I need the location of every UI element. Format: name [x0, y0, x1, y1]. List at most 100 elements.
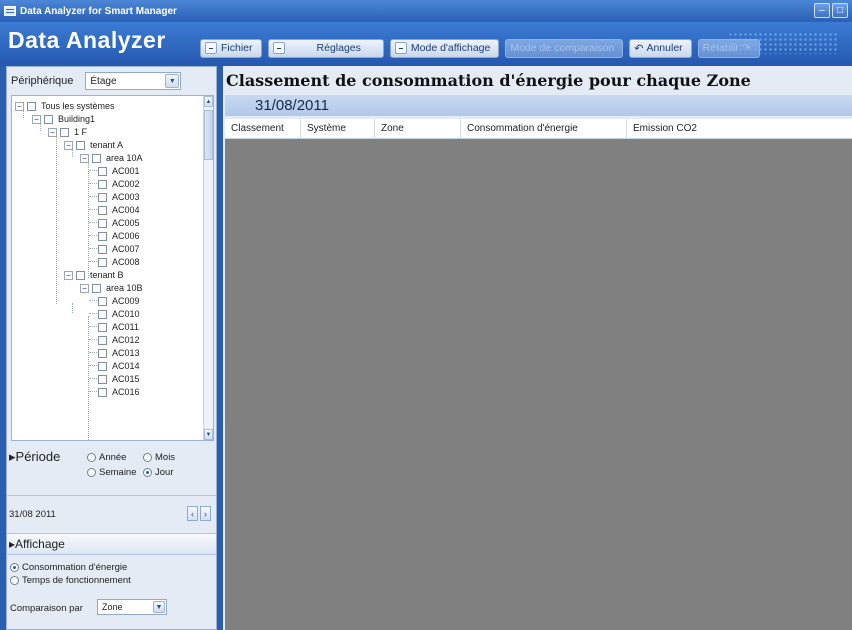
tree-item-unit[interactable]: AC011: [98, 321, 139, 333]
collapse-icon[interactable]: −: [80, 283, 89, 293]
tree-item-unit[interactable]: AC006: [98, 230, 140, 242]
tree-item-area-b[interactable]: − area 10B: [80, 282, 143, 294]
tree-label: AC007: [112, 244, 140, 254]
tree-item-tenant-b[interactable]: − tenant B: [64, 269, 124, 281]
radio-button[interactable]: [10, 576, 19, 585]
radio-jour[interactable]: Jour: [143, 467, 173, 478]
collapse-icon[interactable]: −: [80, 153, 89, 163]
scroll-up-icon[interactable]: ▲: [204, 96, 213, 107]
app-brand: Data Analyzer: [8, 27, 166, 53]
checkbox[interactable]: [98, 335, 107, 345]
reglages-menu-button[interactable]: Réglages: [267, 38, 384, 58]
checkbox[interactable]: [98, 322, 107, 332]
tree-item-unit[interactable]: AC013: [98, 347, 140, 359]
tree-item-unit[interactable]: AC010: [98, 308, 140, 320]
tree-line: [89, 313, 97, 314]
window-controls: – □: [814, 3, 848, 18]
fichier-menu-button[interactable]: Fichier: [200, 38, 262, 58]
maximize-icon[interactable]: □: [832, 3, 848, 18]
checkbox[interactable]: [98, 231, 107, 241]
checkbox[interactable]: [98, 296, 107, 306]
collapse-icon[interactable]: −: [32, 114, 41, 124]
tree-scrollbar[interactable]: ▲ ▼: [203, 96, 213, 440]
scroll-down-icon[interactable]: ▼: [204, 429, 213, 440]
tree-item-unit[interactable]: AC007: [98, 243, 140, 255]
tree-line: [89, 378, 97, 379]
tree-item-unit[interactable]: AC002: [98, 178, 140, 190]
checkbox[interactable]: [44, 114, 53, 124]
checkbox[interactable]: [98, 192, 107, 202]
collapse-icon[interactable]: −: [64, 270, 73, 280]
checkbox[interactable]: [98, 244, 107, 254]
tree-item-building[interactable]: − Building1: [32, 113, 95, 125]
tree-label: AC012: [112, 335, 140, 345]
checkbox[interactable]: [98, 348, 107, 358]
checkbox[interactable]: [98, 179, 107, 189]
tree-item-unit[interactable]: AC012: [98, 334, 140, 346]
column-header[interactable]: Consommation d'énergie: [461, 119, 627, 138]
column-header[interactable]: Système: [301, 119, 375, 138]
radio-button[interactable]: [143, 468, 152, 477]
tree-item-unit[interactable]: AC015: [98, 373, 140, 385]
comparaison-combo[interactable]: Zone ▼: [97, 599, 167, 615]
checkbox[interactable]: [98, 218, 107, 228]
tree-item-floor[interactable]: − 1 F: [48, 126, 87, 138]
radio-button[interactable]: [10, 563, 19, 572]
tree-line: [89, 248, 97, 249]
checkbox[interactable]: [92, 283, 101, 293]
affichage-header[interactable]: ▸Affichage: [7, 533, 216, 555]
tree-item-unit[interactable]: AC016: [98, 386, 140, 398]
mode-affichage-button[interactable]: Mode d'affichage: [389, 38, 500, 58]
device-combo[interactable]: Étage ▼: [85, 72, 182, 90]
checkbox[interactable]: [98, 361, 107, 371]
tree-item-root[interactable]: − Tous les systèmes: [15, 100, 115, 112]
radio-annee[interactable]: Année: [87, 452, 126, 463]
collapse-icon[interactable]: −: [64, 140, 73, 150]
results-grid[interactable]: [225, 139, 852, 630]
checkbox[interactable]: [98, 257, 107, 267]
tree-item-unit[interactable]: AC003: [98, 191, 140, 203]
radio-button[interactable]: [87, 468, 96, 477]
checkbox[interactable]: [98, 205, 107, 215]
tree-label: AC001: [112, 166, 140, 176]
collapse-icon[interactable]: −: [48, 127, 57, 137]
previous-icon[interactable]: ‹: [187, 506, 198, 521]
column-header[interactable]: Emission CO2: [627, 119, 852, 138]
tree-label: AC016: [112, 387, 140, 397]
tree-label: Building1: [58, 114, 96, 124]
radio-button[interactable]: [143, 453, 152, 462]
checkbox[interactable]: [60, 127, 69, 137]
tree-label: AC002: [112, 179, 140, 189]
checkbox[interactable]: [76, 270, 85, 280]
tree-item-unit[interactable]: AC001: [98, 165, 140, 177]
column-header[interactable]: Classement: [225, 119, 301, 138]
radio-semaine[interactable]: Semaine: [87, 467, 137, 478]
collapse-icon[interactable]: −: [15, 101, 24, 111]
next-icon[interactable]: ›: [200, 506, 211, 521]
tree-item-area-a[interactable]: − area 10A: [80, 152, 143, 164]
checkbox[interactable]: [98, 374, 107, 384]
tree-item-unit[interactable]: AC008: [98, 256, 140, 268]
minimize-icon[interactable]: –: [814, 3, 830, 18]
radio-consommation[interactable]: Consommation d'énergie: [10, 562, 127, 573]
radio-mois[interactable]: Mois: [143, 452, 175, 463]
tree-item-unit[interactable]: AC014: [98, 360, 140, 372]
tree-item-unit[interactable]: AC005: [98, 217, 140, 229]
scroll-thumb[interactable]: [204, 110, 213, 160]
checkbox[interactable]: [98, 166, 107, 176]
mode-affichage-label: Mode d'affichage: [410, 42, 491, 54]
tree-item-unit[interactable]: AC009: [98, 295, 140, 307]
annuler-button[interactable]: ↶ Annuler: [629, 38, 692, 58]
checkbox[interactable]: [98, 387, 107, 397]
mode-comparaison-button[interactable]: Mode de comparaison: [505, 38, 624, 58]
checkbox[interactable]: [98, 309, 107, 319]
checkbox[interactable]: [27, 101, 36, 111]
radio-button[interactable]: [87, 453, 96, 462]
checkbox[interactable]: [92, 153, 101, 163]
device-tree[interactable]: − Tous les systèmes − Building1 − 1 F − …: [11, 95, 214, 441]
radio-temps[interactable]: Temps de fonctionnement: [10, 575, 131, 586]
tree-item-unit[interactable]: AC004: [98, 204, 140, 216]
tree-item-tenant-a[interactable]: − tenant A: [64, 139, 123, 151]
column-header[interactable]: Zone: [375, 119, 461, 138]
checkbox[interactable]: [76, 140, 85, 150]
